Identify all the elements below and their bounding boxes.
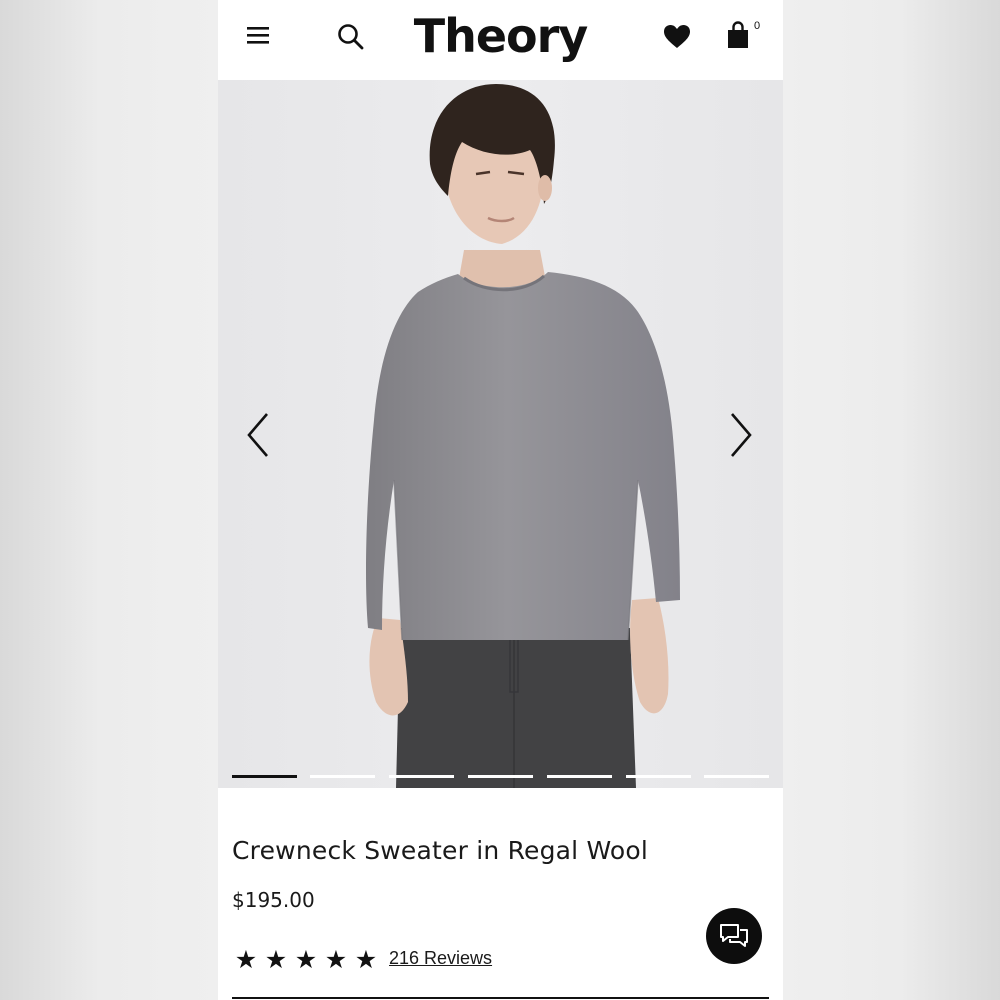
product-title: Crewneck Sweater in Regal Wool <box>232 836 649 865</box>
star-icon: ★ <box>354 946 378 974</box>
chat-bubbles-icon <box>720 924 748 947</box>
chevron-left-icon <box>247 413 268 457</box>
search-icon <box>338 24 364 50</box>
gallery-dot-3[interactable] <box>389 775 454 778</box>
product-image-gallery[interactable] <box>218 80 783 788</box>
search-button[interactable] <box>334 20 368 54</box>
heart-icon <box>664 25 690 48</box>
gallery-dot-4[interactable] <box>468 775 533 778</box>
star-icon: ★ <box>324 946 348 974</box>
hamburger-menu-icon <box>247 27 269 44</box>
next-image-button[interactable] <box>721 405 761 465</box>
gallery-dot-2[interactable] <box>310 775 375 778</box>
site-header: Theory 0 <box>218 0 783 80</box>
divider <box>232 997 769 999</box>
star-icon: ★ <box>234 946 258 974</box>
star-icon: ★ <box>264 946 288 974</box>
menu-button[interactable] <box>244 20 274 50</box>
star-icon: ★ <box>294 946 318 974</box>
chat-button[interactable] <box>706 908 762 964</box>
chevron-right-icon <box>731 413 752 457</box>
gallery-dot-1[interactable] <box>232 775 297 778</box>
rating-stars[interactable]: ★ ★ ★ ★ ★ <box>233 946 379 974</box>
product-photo <box>218 80 783 788</box>
product-page: Theory 0 Crewneck Sweater in Regal Wool … <box>218 0 783 1000</box>
favorites-button[interactable] <box>660 20 694 54</box>
reviews-link[interactable]: 216 Reviews <box>389 948 492 969</box>
previous-image-button[interactable] <box>238 405 278 465</box>
gallery-pagination <box>232 775 772 779</box>
gallery-dot-7[interactable] <box>704 775 769 778</box>
brand-logo[interactable]: Theory <box>408 8 593 64</box>
gallery-dot-6[interactable] <box>626 775 691 778</box>
bag-count-badge: 0 <box>754 20 761 32</box>
shopping-bag-icon <box>728 21 748 48</box>
shopping-bag-button[interactable] <box>722 18 754 52</box>
gallery-dot-5[interactable] <box>547 775 612 778</box>
product-price: $195.00 <box>232 888 315 912</box>
